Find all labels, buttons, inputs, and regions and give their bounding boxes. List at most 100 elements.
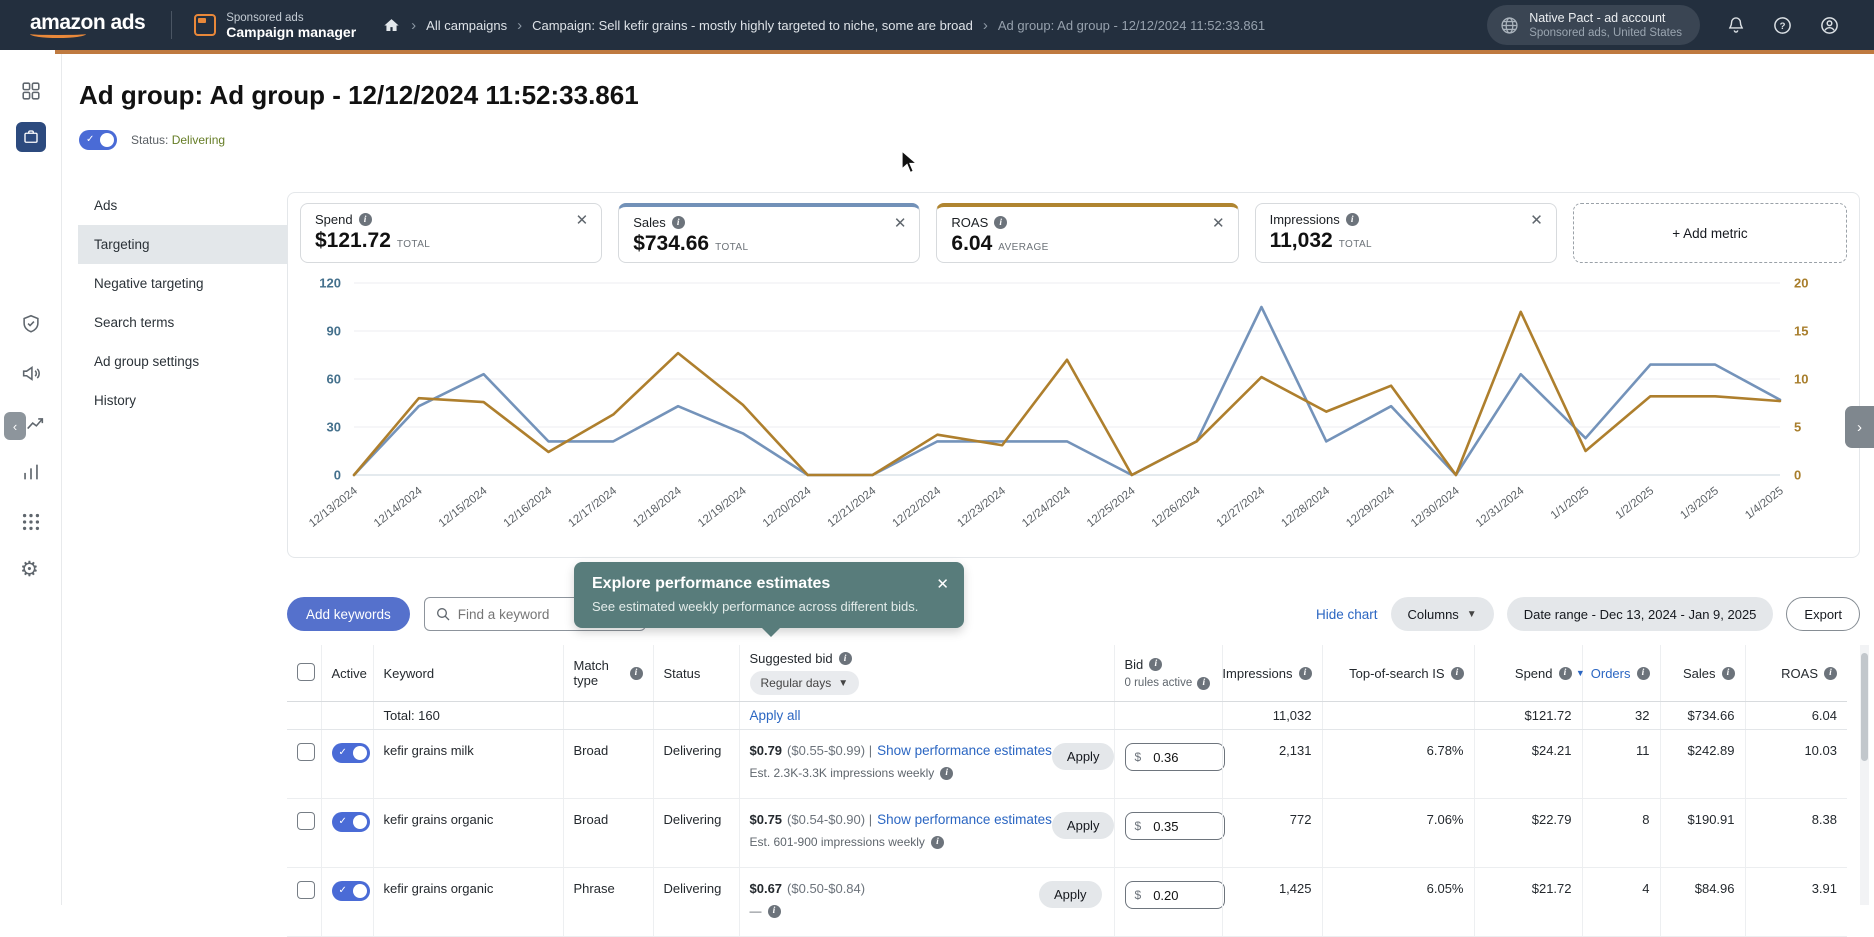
bid-input[interactable] [1145, 819, 1205, 834]
apply-all-link[interactable]: Apply all [750, 708, 801, 723]
scrollbar-thumb[interactable] [1861, 653, 1868, 761]
select-all-checkbox[interactable] [297, 663, 315, 681]
top-of-search-cell: 6.05% [1322, 868, 1474, 937]
keyword-active-toggle[interactable] [332, 812, 370, 832]
info-icon[interactable]: i [1559, 667, 1572, 680]
ads-megaphone-icon[interactable] [20, 362, 42, 389]
keyword-row: kefir grains milk Broad Delivering $0.79… [287, 730, 1847, 799]
sidebar-item-history[interactable]: History [78, 381, 290, 420]
apply-suggested-bid-button[interactable]: Apply [1039, 881, 1102, 908]
breadcrumb-all-campaigns[interactable]: All campaigns [426, 18, 507, 33]
total-spend: $121.72 [1474, 702, 1582, 730]
column-header-top-of-search[interactable]: Top-of-search ISi [1322, 645, 1474, 702]
account-avatar-icon[interactable] [1819, 15, 1840, 36]
info-icon[interactable]: i [630, 667, 643, 680]
info-icon[interactable]: i [994, 216, 1007, 229]
main-content: Ad group: Ad group - 12/12/2024 11:52:33… [63, 54, 1874, 905]
metric-card-roas[interactable]: ROASi 6.04AVERAGE ✕ [936, 203, 1238, 263]
info-icon[interactable]: i [1197, 677, 1210, 690]
status-cell: Delivering [653, 730, 739, 799]
remove-metric-icon[interactable]: ✕ [1212, 217, 1225, 231]
apply-suggested-bid-button[interactable]: Apply [1052, 743, 1115, 770]
info-icon[interactable]: i [359, 213, 372, 226]
info-icon[interactable]: i [1722, 667, 1735, 680]
breadcrumb-campaign[interactable]: Campaign: Sell kefir grains - mostly hig… [532, 18, 973, 33]
sidebar-item-targeting[interactable]: Targeting [78, 225, 290, 264]
column-header-keyword[interactable]: Keyword [373, 645, 563, 702]
info-icon[interactable]: i [672, 216, 685, 229]
column-header-spend[interactable]: Spendi [1474, 645, 1582, 702]
columns-button[interactable]: Columns▼ [1391, 597, 1494, 631]
account-selector[interactable]: Native Pact - ad account Sponsored ads, … [1487, 5, 1700, 45]
settings-gear-icon[interactable]: ⚙ [20, 560, 39, 580]
info-icon[interactable]: i [839, 652, 852, 665]
column-header-bid[interactable]: Bidi 0 rules activei [1114, 645, 1222, 702]
coach-tooltip-title: Explore performance estimates [592, 575, 946, 593]
keyword-active-toggle[interactable] [332, 881, 370, 901]
remove-metric-icon[interactable]: ✕ [576, 214, 589, 228]
sidebar-item-ads[interactable]: Ads [78, 186, 290, 225]
column-header-sales[interactable]: Salesi [1660, 645, 1745, 702]
collapse-panel-button[interactable]: ‹ [4, 412, 26, 440]
reports-bar-chart-icon[interactable] [20, 461, 42, 488]
keyword-active-toggle[interactable] [332, 743, 370, 763]
info-icon[interactable]: i [1346, 213, 1359, 226]
amazon-ads-logo[interactable]: amazon ads [30, 13, 145, 38]
column-header-orders[interactable]: ▼Ordersi [1582, 645, 1660, 702]
add-keywords-button[interactable]: Add keywords [287, 597, 410, 631]
remove-metric-icon[interactable]: ✕ [1530, 214, 1543, 228]
info-icon[interactable]: i [940, 767, 953, 780]
brand-shield-icon[interactable] [20, 313, 42, 340]
metric-card-spend[interactable]: Spendi $121.72TOTAL ✕ [300, 203, 602, 263]
column-header-match-type[interactable]: Match typei [563, 645, 653, 702]
sidebar-item-search-terms[interactable]: Search terms [78, 303, 290, 342]
remove-metric-icon[interactable]: ✕ [894, 217, 907, 231]
campaigns-icon[interactable] [16, 122, 46, 152]
column-header-impressions[interactable]: Impressionsi [1222, 645, 1322, 702]
home-icon[interactable] [382, 16, 401, 35]
info-icon[interactable]: i [1637, 667, 1650, 680]
date-range-button[interactable]: Date range - Dec 13, 2024 - Jan 9, 2025 [1507, 597, 1774, 631]
info-icon[interactable]: i [931, 836, 944, 849]
info-icon[interactable]: i [1451, 667, 1464, 680]
ad-group-status-toggle[interactable] [79, 130, 117, 150]
svg-text:0: 0 [334, 468, 341, 483]
add-metric-button[interactable]: + Add metric [1573, 203, 1847, 263]
regular-days-dropdown[interactable]: Regular days▼ [750, 671, 860, 695]
info-icon[interactable]: i [768, 905, 781, 918]
export-button[interactable]: Export [1786, 597, 1860, 631]
apps-grid-icon[interactable] [20, 511, 42, 538]
row-checkbox[interactable] [297, 743, 315, 761]
bid-input[interactable] [1145, 888, 1205, 903]
metric-value: $121.72 [315, 229, 391, 253]
insights-trend-icon[interactable] [24, 413, 46, 440]
apply-suggested-bid-button[interactable]: Apply [1052, 812, 1115, 839]
column-header-suggested-bid[interactable]: Suggested bidi Regular days▼ [739, 645, 1114, 702]
show-performance-estimates-link[interactable]: Show performance estimates [877, 812, 1052, 827]
vertical-scrollbar[interactable] [1860, 645, 1869, 905]
hide-chart-link[interactable]: Hide chart [1316, 607, 1378, 622]
close-icon[interactable]: ✕ [936, 575, 949, 593]
row-checkbox[interactable] [297, 812, 315, 830]
sidebar-item-ad-group-settings[interactable]: Ad group settings [78, 342, 290, 381]
info-icon[interactable]: i [1149, 658, 1162, 671]
column-header-status[interactable]: Status [653, 645, 739, 702]
metric-card-sales[interactable]: Salesi $734.66TOTAL ✕ [618, 203, 920, 263]
metric-card-impressions[interactable]: Impressionsi 11,032TOTAL ✕ [1255, 203, 1557, 263]
sidebar-item-negative-targeting[interactable]: Negative targeting [78, 264, 290, 303]
svg-text:1/3/2025: 1/3/2025 [1678, 485, 1721, 522]
campaign-manager-switcher[interactable]: Sponsored ads Campaign manager [194, 11, 356, 39]
show-performance-estimates-link[interactable]: Show performance estimates [877, 743, 1052, 758]
expand-panel-button[interactable]: › [1845, 406, 1874, 448]
info-icon[interactable]: i [1824, 667, 1837, 680]
svg-text:12/15/2024: 12/15/2024 [437, 485, 490, 530]
help-icon[interactable]: ? [1772, 15, 1793, 36]
coach-tooltip: Explore performance estimates See estima… [574, 562, 964, 628]
column-header-roas[interactable]: ROASi [1745, 645, 1847, 702]
info-icon[interactable]: i [1299, 667, 1312, 680]
row-checkbox[interactable] [297, 881, 315, 899]
column-header-active[interactable]: Active [321, 645, 373, 702]
dashboard-icon[interactable] [20, 80, 42, 107]
bid-input[interactable] [1145, 750, 1205, 765]
notifications-bell-icon[interactable] [1726, 15, 1746, 35]
